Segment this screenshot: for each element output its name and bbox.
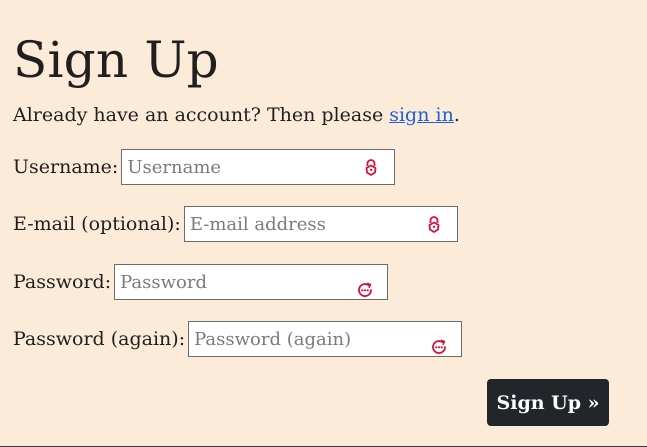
email-row: E-mail (optional): bbox=[13, 206, 458, 242]
sign-in-link[interactable]: sign in bbox=[389, 104, 454, 126]
password-again-input[interactable] bbox=[189, 322, 462, 356]
signin-prompt: Already have an account? Then please sig… bbox=[13, 102, 460, 128]
password-label: Password: bbox=[13, 271, 112, 293]
password-field[interactable] bbox=[114, 264, 389, 300]
password-row: Password: bbox=[13, 264, 389, 300]
sign-up-button[interactable]: Sign Up » bbox=[487, 379, 609, 426]
password-input[interactable] bbox=[115, 265, 388, 299]
username-label: Username: bbox=[13, 156, 119, 178]
password-manager-icon[interactable] bbox=[356, 281, 374, 299]
username-input[interactable] bbox=[122, 150, 395, 184]
password-manager-icon[interactable] bbox=[430, 338, 448, 356]
username-field[interactable] bbox=[121, 149, 396, 185]
email-field[interactable] bbox=[183, 206, 458, 242]
username-row: Username: bbox=[13, 149, 396, 185]
password-again-field[interactable] bbox=[188, 321, 463, 357]
signin-prompt-text: Already have an account? Then please bbox=[13, 104, 390, 126]
password-again-row: Password (again): bbox=[13, 321, 463, 357]
lock-icon[interactable] bbox=[425, 215, 443, 233]
page-title: Sign Up bbox=[13, 31, 219, 89]
lock-icon[interactable] bbox=[362, 158, 380, 176]
email-input[interactable] bbox=[184, 207, 457, 241]
email-label: E-mail (optional): bbox=[13, 213, 181, 235]
signin-prompt-period: . bbox=[453, 104, 460, 126]
password-again-label: Password (again): bbox=[13, 328, 186, 350]
